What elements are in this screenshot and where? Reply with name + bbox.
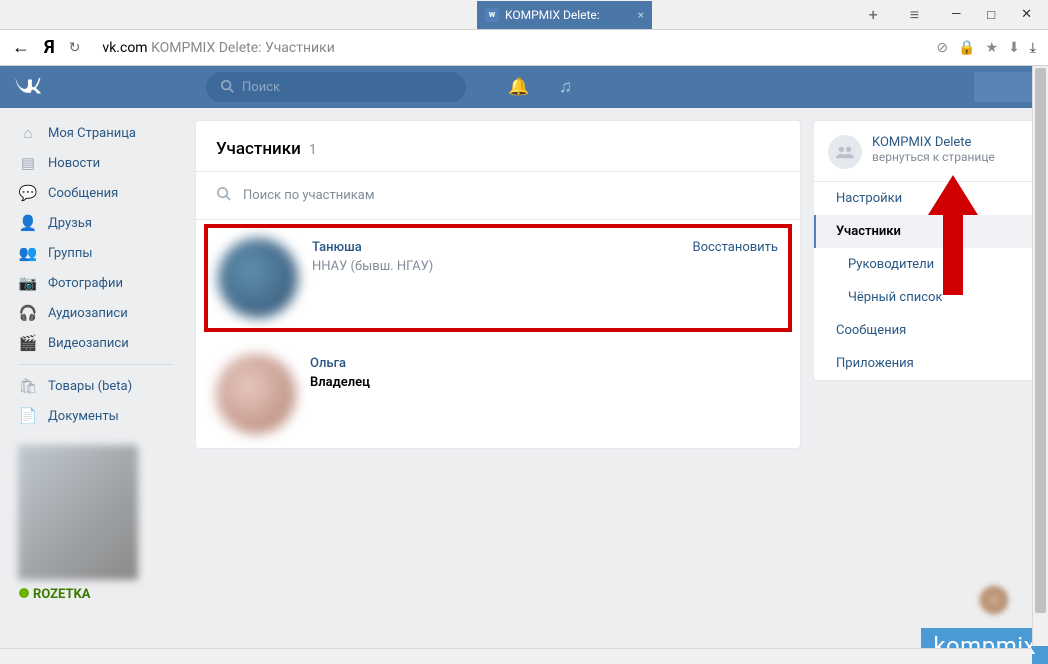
settings-nav-messages[interactable]: Сообщения	[814, 314, 1034, 347]
video-icon: 🎬	[18, 334, 38, 352]
member-name[interactable]: Ольга	[310, 356, 780, 371]
new-tab-button[interactable]: +	[863, 3, 884, 26]
lock-icon[interactable]: 🔒	[958, 40, 975, 56]
news-icon: ▤	[18, 154, 38, 172]
sidebar-item-market[interactable]: 🛍Товары (beta)	[8, 371, 183, 401]
photos-icon: 📷	[18, 274, 38, 292]
sidebar-divider	[18, 364, 173, 365]
floating-avatar	[980, 586, 1008, 614]
sidebar-item-friends[interactable]: 👤Друзья	[8, 208, 183, 238]
sidebar-item-photos[interactable]: 📷Фотографии	[8, 268, 183, 298]
settings-nav-blacklist[interactable]: Чёрный список	[814, 281, 1034, 314]
members-panel: Участники 1 Танюша ННАУ (бывш. НГАУ) Вос…	[195, 120, 801, 449]
groups-icon: 👥	[18, 244, 38, 262]
sidebar-ad[interactable]	[18, 445, 138, 580]
bookmark-star-icon[interactable]: ★	[986, 40, 999, 56]
back-to-page-link[interactable]: вернуться к странице	[872, 150, 995, 164]
search-box[interactable]	[206, 72, 466, 102]
restore-link[interactable]: Восстановить	[692, 238, 778, 318]
browser-tab[interactable]: w KOMPMIX Delete: ×	[477, 1, 652, 29]
sidebar-item-profile[interactable]: ⌂Моя Страница	[8, 118, 183, 148]
yandex-logo[interactable]: Я	[44, 37, 55, 58]
sidebar-item-docs[interactable]: 📄Документы	[8, 401, 183, 431]
market-icon: 🛍	[18, 377, 38, 395]
browser-tab-bar: w KOMPMIX Delete: × + ≡ — □ ✕	[0, 0, 1048, 30]
search-icon	[220, 78, 234, 97]
protect-icon[interactable]: ⊘	[936, 40, 948, 56]
maximize-icon[interactable]: □	[981, 5, 1001, 25]
browser-address-bar: ← Я ↻ vk.com KOMPMIX Delete: Участники ⊘…	[0, 30, 1048, 66]
messages-icon: 💬	[18, 184, 38, 202]
docs-icon: 📄	[18, 407, 38, 425]
back-button[interactable]: ←	[12, 37, 30, 58]
member-role: Владелец	[310, 375, 780, 390]
close-window-icon[interactable]: ✕	[1015, 5, 1038, 25]
reload-icon[interactable]: ↻	[69, 40, 81, 56]
highlighted-member: Танюша ННАУ (бывш. НГАУ) Восстановить	[204, 224, 792, 332]
group-name: KOMPMIX Delete	[872, 135, 995, 150]
member-row: Ольга Владелец	[196, 340, 800, 448]
friends-icon: 👤	[18, 214, 38, 232]
minimize-icon[interactable]: —	[945, 5, 967, 25]
profile-menu[interactable]	[974, 72, 1034, 102]
svg-text:ROZETKA: ROZETKA	[33, 587, 91, 602]
download-icon[interactable]: ⬇	[1008, 40, 1020, 56]
downloads-icon[interactable]: ⤓	[1030, 40, 1036, 56]
settings-nav-managers[interactable]: Руководители	[814, 248, 1034, 281]
home-icon: ⌂	[18, 124, 38, 142]
vk-favicon: w	[485, 8, 499, 22]
horizontal-scrollbar[interactable]	[0, 648, 1032, 664]
close-tab-icon[interactable]: ×	[638, 8, 644, 22]
tab-title: KOMPMIX Delete:	[505, 8, 600, 22]
url-input[interactable]: vk.com KOMPMIX Delete: Участники	[94, 36, 922, 60]
music-icon[interactable]: ♫	[559, 77, 572, 97]
vk-logo[interactable]	[14, 79, 42, 98]
group-settings-panel: KOMPMIX Delete вернуться к странице Наст…	[813, 120, 1035, 381]
settings-nav-settings[interactable]: Настройки	[814, 182, 1034, 215]
member-name[interactable]: Танюша	[312, 240, 678, 255]
search-input[interactable]	[242, 80, 452, 95]
member-search[interactable]	[196, 172, 800, 219]
search-icon	[216, 186, 231, 205]
member-search-input[interactable]	[243, 188, 780, 203]
sidebar-item-video[interactable]: 🎬Видеозаписи	[8, 328, 183, 358]
left-sidebar: ⌂Моя Страница ▤Новости 💬Сообщения 👤Друзь…	[8, 108, 183, 664]
settings-nav-members[interactable]: Участники	[814, 215, 1034, 248]
sidebar-item-messages[interactable]: 💬Сообщения	[8, 178, 183, 208]
browser-menu-icon[interactable]: ≡	[904, 3, 925, 27]
avatar[interactable]	[216, 354, 296, 434]
avatar[interactable]	[218, 238, 298, 318]
notifications-icon[interactable]: 🔔	[508, 77, 529, 97]
audio-icon: 🎧	[18, 304, 38, 322]
group-header[interactable]: KOMPMIX Delete вернуться к странице	[814, 121, 1034, 181]
panel-title: Участники	[216, 139, 301, 159]
panel-count: 1	[309, 142, 317, 158]
sidebar-item-news[interactable]: ▤Новости	[8, 148, 183, 178]
member-subtitle: ННАУ (бывш. НГАУ)	[312, 259, 678, 274]
sidebar-item-groups[interactable]: 👥Группы	[8, 238, 183, 268]
group-icon	[828, 135, 862, 169]
window-controls: — □ ✕	[945, 5, 1038, 25]
vertical-scrollbar[interactable]	[1032, 66, 1048, 646]
settings-nav-apps[interactable]: Приложения	[814, 347, 1034, 380]
ad-brand: ROZETKA	[18, 584, 173, 606]
vk-header: 🔔 ♫	[0, 66, 1048, 108]
sidebar-item-audio[interactable]: 🎧Аудиозаписи	[8, 298, 183, 328]
